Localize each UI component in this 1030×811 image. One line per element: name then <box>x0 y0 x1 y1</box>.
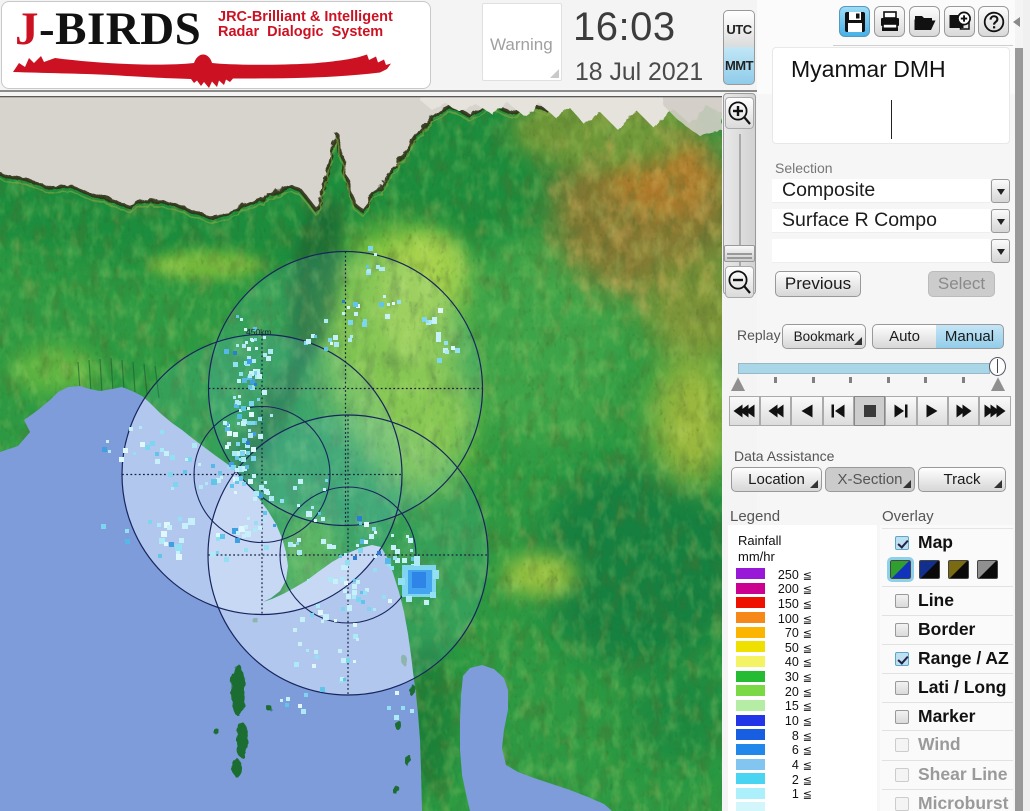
svg-text:450km: 450km <box>246 327 272 337</box>
